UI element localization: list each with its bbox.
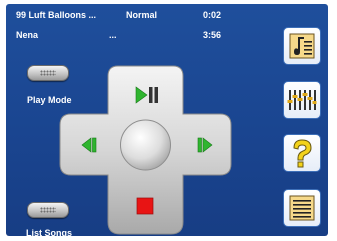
playlist-button[interactable] bbox=[283, 189, 321, 227]
grip-icon bbox=[40, 207, 56, 213]
control-pad-graphic bbox=[59, 65, 232, 235]
stop-button[interactable] bbox=[136, 197, 154, 215]
help-button[interactable] bbox=[283, 134, 321, 172]
pause-bar-left bbox=[149, 87, 153, 103]
player-screen: 99 Luft Balloons ... Normal 0:02 Nena ..… bbox=[6, 4, 328, 236]
equalizer-button[interactable] bbox=[283, 81, 321, 119]
playback-control-pad bbox=[58, 64, 233, 236]
grip-icon bbox=[40, 70, 56, 76]
artist-name: Nena bbox=[16, 30, 39, 40]
info-ellipsis: ... bbox=[109, 30, 117, 40]
song-title: 99 Luft Balloons ... bbox=[16, 10, 97, 20]
pause-bar-right bbox=[154, 87, 158, 103]
equalizer-icon bbox=[287, 90, 317, 110]
help-icon bbox=[293, 139, 312, 168]
song-duration: 3:56 bbox=[203, 30, 222, 40]
play-mode-value: Normal bbox=[126, 10, 158, 20]
music-note-list-icon bbox=[289, 33, 315, 59]
previous-bar bbox=[92, 137, 97, 153]
elapsed-time: 0:02 bbox=[203, 10, 222, 20]
center-select-button[interactable] bbox=[120, 119, 171, 171]
playlist-icon bbox=[289, 195, 315, 221]
next-bar bbox=[197, 137, 202, 153]
song-info-button[interactable] bbox=[283, 27, 321, 65]
